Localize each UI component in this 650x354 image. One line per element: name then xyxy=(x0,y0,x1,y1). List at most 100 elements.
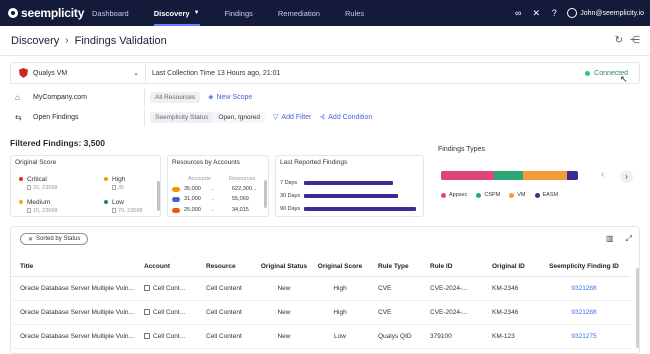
col-rule-id[interactable]: Rule ID xyxy=(420,258,482,277)
card-scrollbar[interactable] xyxy=(157,181,160,211)
account-icon xyxy=(144,308,150,315)
nav-remediation[interactable]: Remediation xyxy=(278,0,320,26)
logo-mark-icon xyxy=(8,8,18,18)
all-resources-chip[interactable]: All Resources xyxy=(150,91,201,103)
chevron-left-icon[interactable]: ‹ xyxy=(601,169,604,180)
score-sub: 15, 23568 xyxy=(27,208,57,214)
cell-original-id: KM-123 xyxy=(482,324,538,349)
segment-easm[interactable] xyxy=(567,171,578,180)
findings-types-title: Findings Types xyxy=(438,146,485,153)
cell-resource: Cell Content xyxy=(196,300,256,325)
user-menu[interactable]: John@seemplicity.io xyxy=(567,8,644,18)
period-row[interactable]: 30 Days xyxy=(280,193,398,199)
card-title: Last Reported Findings xyxy=(280,159,348,166)
cell-title: Oracle Database Server Multiple Vuln... xyxy=(10,276,134,301)
cell-title: Oracle Database Server Multiple Vuln... xyxy=(10,300,134,325)
score-high[interactable]: High 35 xyxy=(104,176,125,191)
col-finding-id[interactable]: Seemplicity Finding ID xyxy=(538,258,630,277)
account-icon xyxy=(144,284,150,291)
cell-rule-type: CVE xyxy=(368,276,420,301)
condition-key: Seemplicity Status xyxy=(150,111,214,123)
integrations-icon[interactable]: ∞ xyxy=(513,8,523,18)
score-low[interactable]: Low 70, 23568 xyxy=(104,199,142,214)
condition-icon: ⊰ xyxy=(319,114,326,121)
finding-id-link[interactable]: 9321275 xyxy=(571,333,596,340)
columns-icon[interactable]: ▥ xyxy=(606,234,614,244)
add-filter-button[interactable]: ▽ Add Filter xyxy=(273,113,311,122)
seemplicity-logo[interactable]: seemplicity xyxy=(8,6,92,20)
azure-cloud-icon xyxy=(172,196,180,202)
cell-original-id: KM-2346 xyxy=(482,276,538,301)
expand-icon[interactable]: ⤢ xyxy=(626,234,632,244)
condition-value: Open, Ignored xyxy=(213,111,266,123)
nav-findings[interactable]: Findings xyxy=(225,0,253,26)
account-row[interactable]: 25,000 → 34,015 xyxy=(172,207,249,213)
help-icon[interactable]: ? xyxy=(549,8,559,18)
filter-row: ⇆ Open Findings Seemplicity Status Open, … xyxy=(10,108,640,126)
filter-preset[interactable]: ⇆ Open Findings xyxy=(10,108,145,126)
sorted-by-chip[interactable]: ✕ Sorted by Status xyxy=(20,233,89,245)
findings-table: Title Account Resource Original Status O… xyxy=(10,258,630,349)
account-row[interactable]: 31,000 → 55,069 xyxy=(172,196,249,202)
cell-finding-id: 9321288 xyxy=(538,276,630,301)
col-resource[interactable]: Resource xyxy=(196,258,256,277)
card-title: Original Score xyxy=(15,159,57,166)
scanner-name: Qualys VM xyxy=(33,69,68,77)
cell-account: Cell Cont... xyxy=(134,324,196,349)
scanner-select[interactable]: Qualys VM ⌄ xyxy=(11,63,146,83)
table-scrollbar[interactable] xyxy=(636,268,639,348)
table-row[interactable]: Oracle Database Server Multiple Vuln... … xyxy=(10,300,630,325)
score-sub: 70, 23568 xyxy=(112,208,142,214)
card-scrollbar[interactable] xyxy=(264,180,267,208)
finding-id-link[interactable]: 9321288 xyxy=(571,285,596,292)
add-condition-button[interactable]: ⊰ Add Condition xyxy=(319,113,373,122)
share-icon[interactable]: ⋲ xyxy=(630,35,640,46)
cell-rule-type: CVE xyxy=(368,300,420,325)
finding-id-link[interactable]: 9321288 xyxy=(571,309,596,316)
cell-status: New xyxy=(256,276,312,301)
refresh-icon[interactable]: ↻ xyxy=(615,35,623,46)
col-title[interactable]: Title xyxy=(10,258,134,277)
last-collection-time: Last Collection Time 13 Hours ago, 21:01 xyxy=(152,69,281,77)
button-label: Add Condition xyxy=(328,113,373,121)
cell-finding-id: 9321275 xyxy=(538,324,630,349)
filter-condition[interactable]: Seemplicity Status Open, Ignored xyxy=(150,111,266,123)
scanner-bar: Qualys VM ⌄ Last Collection Time 13 Hour… xyxy=(10,62,640,84)
legend-vm: VM xyxy=(509,192,526,198)
original-score-card: Original Score Critical 20, 23568 High 3… xyxy=(10,155,161,217)
col-original-id[interactable]: Original ID xyxy=(482,258,538,277)
table-row[interactable]: Oracle Database Server Multiple Vuln... … xyxy=(10,324,630,349)
segment-appsec[interactable] xyxy=(441,171,495,180)
tools-icon[interactable]: ✕ xyxy=(531,8,541,18)
table-row[interactable]: Oracle Database Server Multiple Vuln... … xyxy=(10,276,630,301)
segment-cspm[interactable] xyxy=(494,171,524,180)
arrow-right-icon: → xyxy=(210,207,216,213)
chevron-right-icon[interactable]: › xyxy=(620,170,633,183)
scope-selector[interactable]: ⌂ MyCompany.com xyxy=(10,88,145,106)
filter-label: Open Findings xyxy=(33,113,79,121)
findings-types-legend: Appsec CSPM VM EASM xyxy=(441,192,567,198)
score-critical[interactable]: Critical 20, 23568 xyxy=(19,176,57,191)
table-header-row: Title Account Resource Original Status O… xyxy=(10,258,630,277)
nav-dashboard[interactable]: Dashboard xyxy=(92,0,129,26)
avatar-icon xyxy=(567,8,578,18)
period-bar xyxy=(304,181,393,185)
col-original-score[interactable]: Original Score xyxy=(312,258,368,277)
legend-easm: EASM xyxy=(534,192,558,198)
segment-vm[interactable] xyxy=(523,171,568,180)
score-medium[interactable]: Medium 15, 23568 xyxy=(19,199,57,214)
new-scope-button[interactable]: ◈ New Scope xyxy=(208,93,252,102)
col-original-status[interactable]: Original Status xyxy=(256,258,312,277)
col-account[interactable]: Account xyxy=(134,258,196,277)
period-row[interactable]: 7 Days xyxy=(280,180,393,186)
close-icon[interactable]: ✕ xyxy=(28,236,33,243)
nav-rules[interactable]: Rules xyxy=(345,0,364,26)
account-row[interactable]: 35,000 → 622,300... xyxy=(172,186,256,192)
period-row[interactable]: 90 Days xyxy=(280,206,416,212)
findings-types-stacked-bar[interactable] xyxy=(441,171,578,180)
page-header: Discovery › Findings Validation ↻ ⋲ xyxy=(0,26,650,56)
col-rule-type[interactable]: Rule Type xyxy=(368,258,420,277)
scope-row: ⌂ MyCompany.com All Resources ◈ New Scope xyxy=(10,88,640,106)
nav-discovery[interactable]: Discovery ▼ xyxy=(153,0,200,26)
breadcrumb-root[interactable]: Discovery xyxy=(11,35,59,47)
